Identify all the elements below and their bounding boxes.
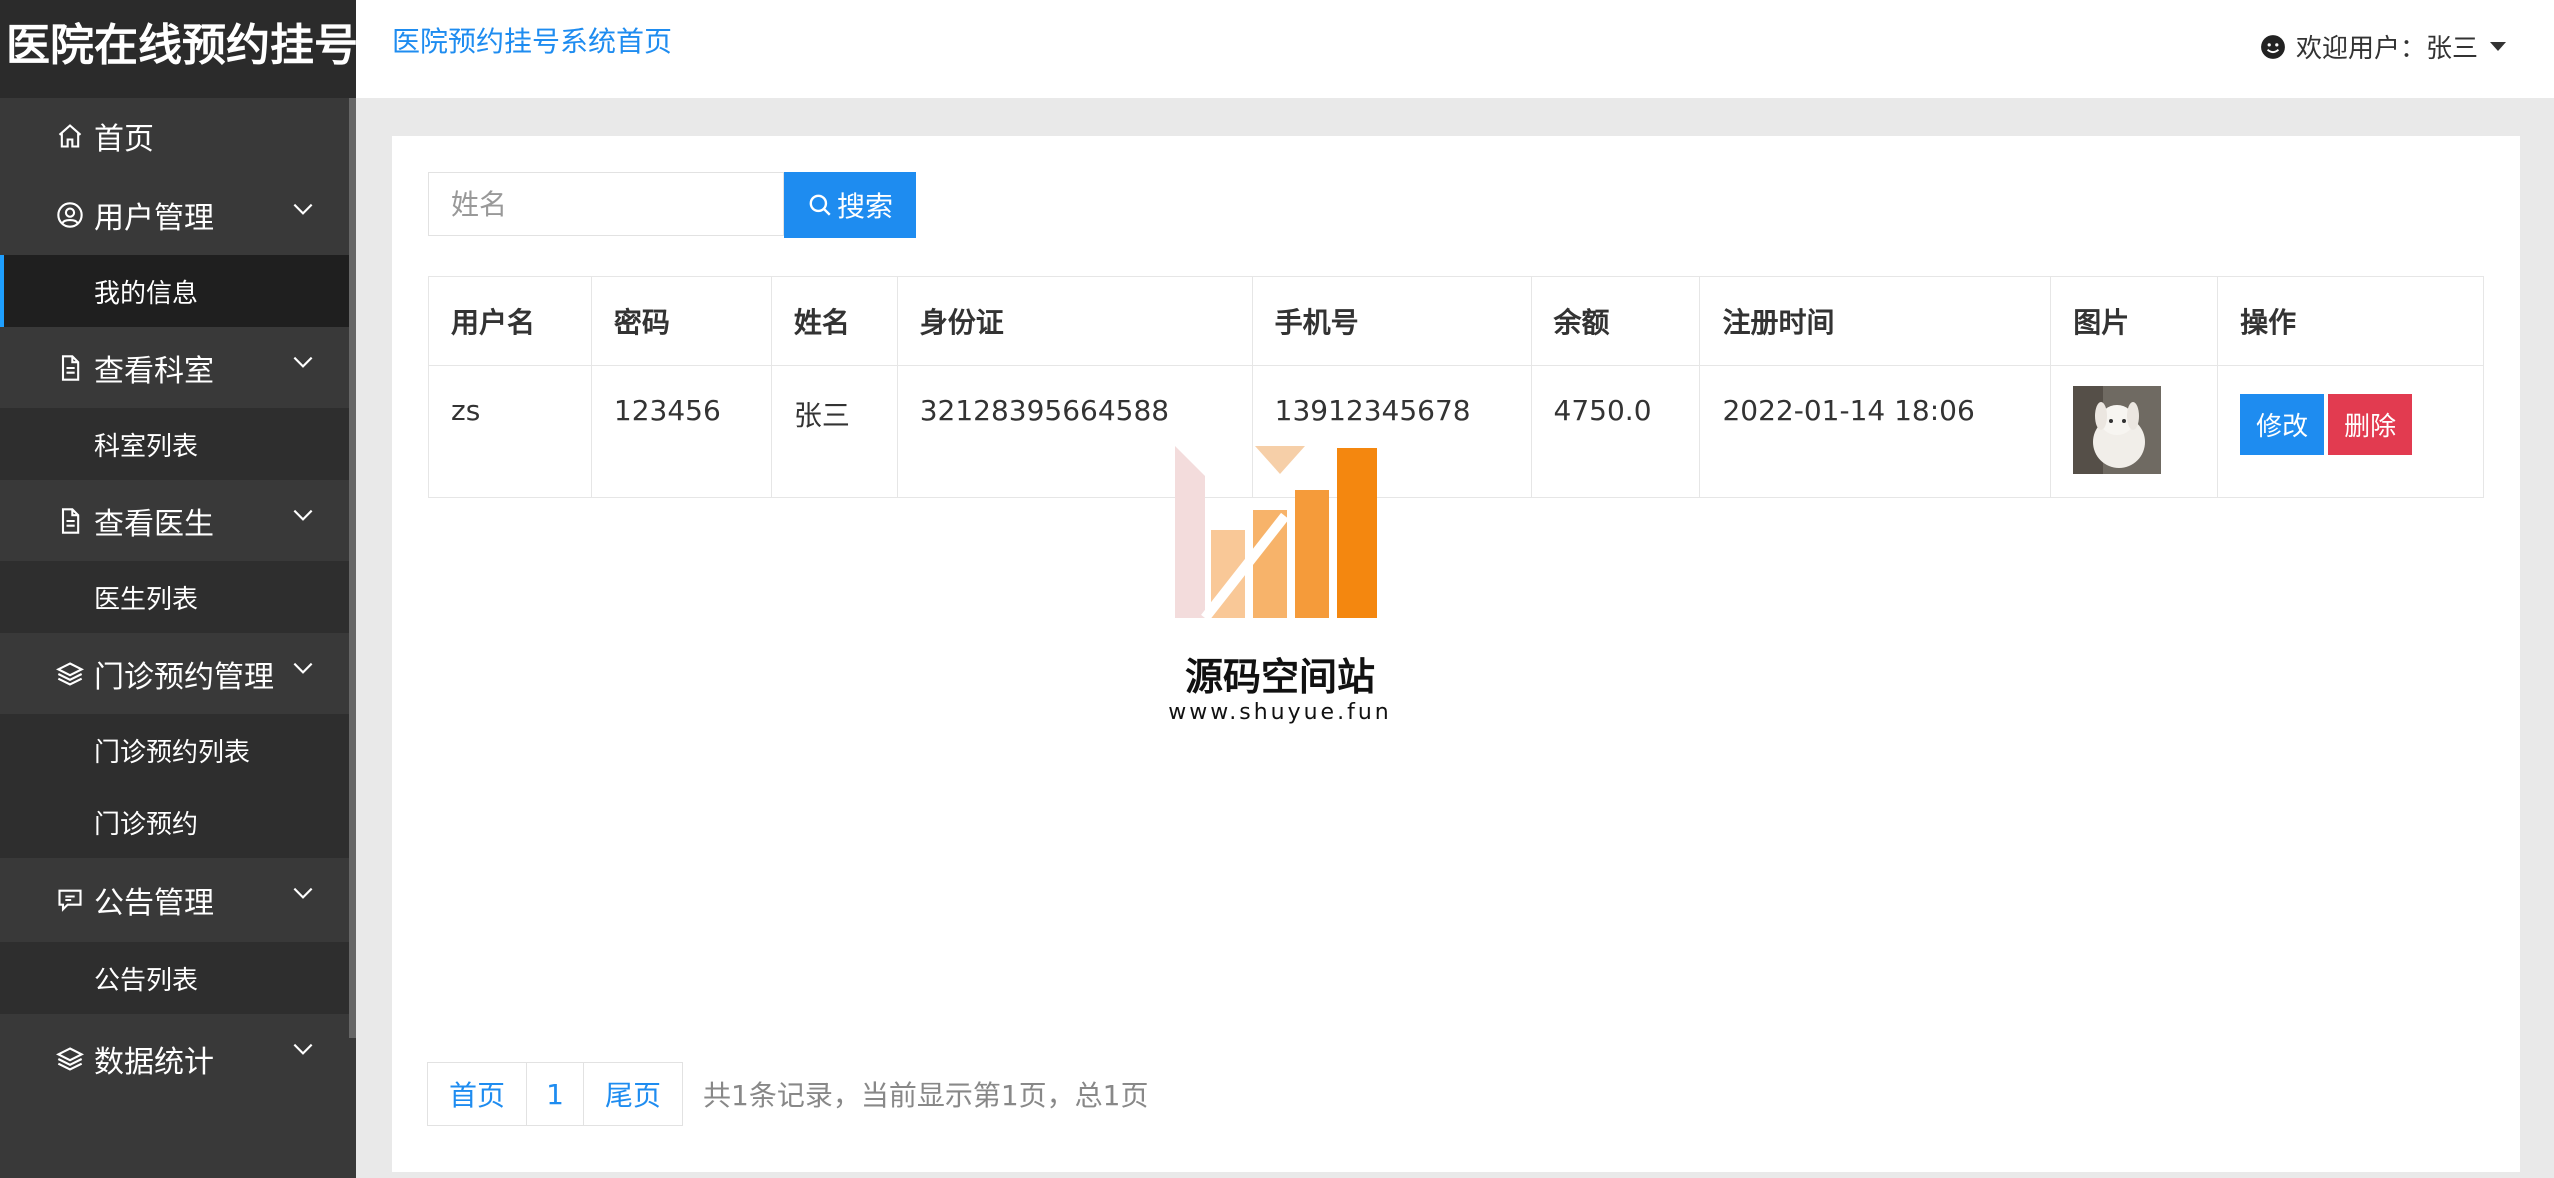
- chevron-down-icon: [293, 509, 313, 521]
- sidebar-item-appt-mgmt[interactable]: 门诊预约管理: [0, 633, 356, 714]
- cell-username: zs: [428, 365, 592, 498]
- search-button-label: 搜索: [836, 191, 893, 222]
- sidebar-item-dept[interactable]: 查看科室: [0, 327, 356, 408]
- edit-button[interactable]: 修改: [2240, 394, 2325, 455]
- user-table: 用户名 密码 姓名 身份证 手机号 余额 注册时间 图片 操作 zs 12345…: [428, 276, 2484, 498]
- sidebar-item-my-info[interactable]: 我的信息: [0, 255, 356, 327]
- column-header: 余额: [1530, 276, 1701, 366]
- document-icon: [56, 507, 84, 535]
- document-icon: [56, 354, 84, 382]
- cell-reg-time: 2022-01-14 18:06: [1699, 365, 2052, 498]
- chevron-down-icon: [293, 203, 313, 215]
- smile-icon: [2261, 34, 2285, 59]
- sidebar-item-label: 用户管理: [94, 200, 214, 236]
- delete-button[interactable]: 删除: [2328, 394, 2413, 455]
- cell-image: [2050, 365, 2219, 498]
- column-header: 身份证: [896, 276, 1253, 366]
- top-header: 医院预约挂号系统首页 欢迎用户：张三: [356, 0, 2554, 98]
- cell-password: 123456: [590, 365, 772, 498]
- page-first-button[interactable]: 首页: [427, 1062, 527, 1126]
- layers-icon: [56, 660, 84, 688]
- sidebar-item-user-mgmt[interactable]: 用户管理: [0, 174, 356, 255]
- table-header-row: 用户名 密码 姓名 身份证 手机号 余额 注册时间 图片 操作: [428, 276, 2484, 366]
- sidebar-item-doctor[interactable]: 查看医生: [0, 480, 356, 561]
- watermark-url: www.shuyue.fun: [1168, 700, 1392, 725]
- sidebar-item-label: 首页: [94, 122, 154, 157]
- pagination-info: 共1条记录，当前显示第1页，总1页: [703, 1079, 1149, 1112]
- cell-balance: 4750.0: [1530, 365, 1701, 498]
- table-row: zs 123456 张三 32128395664588 13912345678 …: [428, 365, 2484, 498]
- watermark-title: 源码空间站: [1184, 655, 1375, 699]
- sidebar-item-dept-list[interactable]: 科室列表: [0, 408, 356, 480]
- sidebar-item-appt[interactable]: 门诊预约: [0, 786, 356, 858]
- chevron-down-icon: [293, 662, 313, 674]
- column-header: 图片: [2050, 276, 2219, 366]
- sidebar-item-notice-mgmt[interactable]: 公告管理: [0, 858, 356, 942]
- chevron-down-icon: [293, 1043, 313, 1055]
- home-link[interactable]: 医院预约挂号系统首页: [392, 20, 672, 60]
- column-header: 操作: [2217, 276, 2484, 366]
- app-brand: 医院在线预约挂号: [0, 0, 356, 98]
- column-header: 手机号: [1251, 276, 1532, 366]
- sidebar-item-label: 公告管理: [94, 886, 214, 921]
- caret-down-icon: [2490, 42, 2506, 51]
- chevron-down-icon: [293, 887, 313, 899]
- page-last-button[interactable]: 尾页: [583, 1062, 683, 1126]
- user-circle-icon: [56, 201, 84, 229]
- watermark-logo: [1160, 446, 1400, 622]
- sidebar-item-label: 门诊预约管理: [94, 659, 274, 695]
- column-header: 注册时间: [1699, 276, 2052, 366]
- layers-icon: [56, 1045, 84, 1073]
- welcome-user: 欢迎用户：张三: [2295, 34, 2478, 64]
- user-menu[interactable]: 欢迎用户：张三: [2260, 28, 2506, 65]
- cell-actions: 修改 删除: [2217, 365, 2484, 498]
- search-button[interactable]: 搜索: [784, 172, 916, 238]
- chevron-down-icon: [293, 356, 313, 368]
- avatar: [2073, 386, 2162, 474]
- sidebar-item-home[interactable]: 首页: [0, 98, 356, 174]
- search-input[interactable]: [428, 172, 784, 236]
- column-header: 密码: [590, 276, 772, 366]
- sidebar-item-doctor-list[interactable]: 医生列表: [0, 561, 356, 633]
- sidebar-item-stats[interactable]: 数据统计: [0, 1014, 356, 1104]
- notice-icon: [56, 886, 84, 914]
- column-header: 姓名: [770, 276, 898, 366]
- column-header: 用户名: [428, 276, 592, 366]
- sidebar-item-label: 查看科室: [94, 353, 214, 389]
- sidebar: 医院在线预约挂号 首页 用户管理 我的信息 查看科室 科室列表 查看医生 医生列…: [0, 0, 356, 1178]
- cell-name: 张三: [770, 365, 898, 498]
- page-number-button[interactable]: 1: [526, 1062, 584, 1126]
- sidebar-item-notice-list[interactable]: 公告列表: [0, 942, 356, 1014]
- sidebar-item-label: 数据统计: [94, 1045, 214, 1080]
- home-icon: [56, 122, 84, 150]
- pagination: 首页 1 尾页 共1条记录，当前显示第1页，总1页: [427, 1062, 1149, 1126]
- sidebar-item-appt-list[interactable]: 门诊预约列表: [0, 714, 356, 786]
- sidebar-item-label: 查看医生: [94, 506, 214, 542]
- search-icon: [809, 194, 831, 216]
